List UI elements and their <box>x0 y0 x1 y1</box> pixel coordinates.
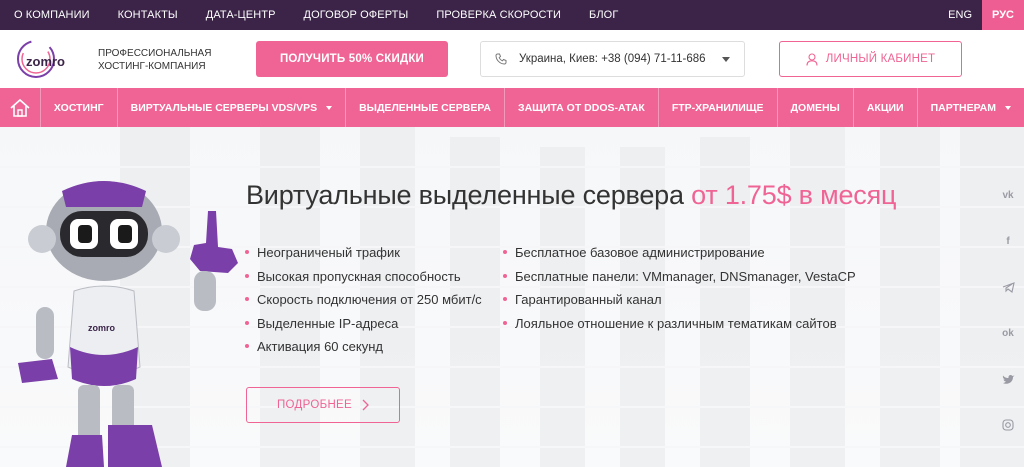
header: zomro ПРОФЕССИОНАЛЬНАЯ ХОСТИНГ-КОМПАНИЯ … <box>0 30 1024 88</box>
hero-title-price: от 1.75$ в месяц <box>691 180 897 210</box>
vk-icon-label: vk <box>1002 189 1014 201</box>
company-tagline: ПРОФЕССИОНАЛЬНАЯ ХОСТИНГ-КОМПАНИЯ <box>98 47 211 73</box>
nav-item-dedicated-label: ВЫДЕЛЕННЫЕ СЕРВЕРА <box>359 101 492 114</box>
lang-rus-button[interactable]: РУС <box>982 0 1024 30</box>
nav-item-ftp[interactable]: FTP-ХРАНИЛИЩЕ <box>659 88 778 127</box>
user-icon <box>806 52 818 66</box>
home-button[interactable] <box>0 88 41 127</box>
top-link-speedtest[interactable]: ПРОВЕРКА СКОРОСТИ <box>436 9 561 21</box>
chevron-down-icon <box>722 57 730 62</box>
ok-icon-label: ok <box>1002 327 1014 339</box>
hero-title-main: Виртуальные выделенные сервера <box>246 180 692 210</box>
vk-icon[interactable]: vk <box>1000 187 1016 203</box>
nav-item-ddos-label: ЗАЩИТА ОТ DDOS-АТАК <box>518 101 645 114</box>
chevron-right-icon <box>362 399 369 411</box>
language-switcher: ENG РУС <box>938 0 1024 30</box>
odnoklassniki-icon[interactable]: ok <box>1000 325 1016 341</box>
instagram-icon[interactable] <box>1000 417 1016 433</box>
main-nav: ХОСТИНГ ВИРТУАЛЬНЫЕ СЕРВЕРЫ VDS/VPS ВЫДЕ… <box>0 88 1024 127</box>
facebook-icon-label: f <box>1006 235 1010 247</box>
nav-item-vps[interactable]: ВИРТУАЛЬНЫЕ СЕРВЕРЫ VDS/VPS <box>118 88 347 127</box>
hero-banner: zomro Виртуальные выделенные сервера от … <box>0 127 1024 467</box>
top-link-offer[interactable]: ДОГОВОР ОФЕРТЫ <box>304 9 409 21</box>
nav-item-partners[interactable]: ПАРТНЕРАМ <box>918 88 1024 127</box>
top-link-about[interactable]: О КОМПАНИИ <box>14 9 90 21</box>
list-item: Гарантированный канал <box>503 288 856 312</box>
list-item: Высокая пропускная способность <box>245 265 482 289</box>
chevron-down-icon <box>326 105 333 110</box>
nav-item-hosting-label: ХОСТИНГ <box>53 101 104 114</box>
robot-badge-text: zomro <box>88 323 116 333</box>
features-list-right: Бесплатное базовое администрирование Бес… <box>503 241 856 335</box>
telegram-icon[interactable] <box>1000 279 1016 295</box>
twitter-icon[interactable] <box>1000 371 1016 387</box>
phone-icon <box>495 53 507 65</box>
list-item: Выделенные IP-адреса <box>245 312 482 336</box>
top-link-contacts[interactable]: КОНТАКТЫ <box>118 9 178 21</box>
robot-mascot-image: zomro <box>18 181 238 467</box>
list-item: Бесплатное базовое администрирование <box>503 241 856 265</box>
top-link-datacenter[interactable]: ДАТА-ЦЕНТР <box>206 9 276 21</box>
list-item: Бесплатные панели: VMmanager, DNSmanager… <box>503 265 856 289</box>
facebook-icon[interactable]: f <box>1000 233 1016 249</box>
tagline-line-2: ХОСТИНГ-КОМПАНИЯ <box>98 61 206 72</box>
nav-item-promo-label: АКЦИИ <box>866 101 904 114</box>
zomro-logo[interactable]: zomro <box>14 36 70 82</box>
social-links: vk f ok <box>1000 187 1016 463</box>
more-details-label: ПОДРОБНЕЕ <box>276 399 352 411</box>
nav-item-domains-label: ДОМЕНЫ <box>790 101 840 114</box>
top-link-blog[interactable]: БЛОГ <box>589 9 618 21</box>
phone-selector[interactable]: Украина, Киев: +38 (094) 71-11-686 <box>480 41 745 77</box>
nav-item-partners-label: ПАРТНЕРАМ <box>930 101 996 114</box>
chevron-down-icon <box>1005 105 1011 110</box>
nav-item-dedicated[interactable]: ВЫДЕЛЕННЫЕ СЕРВЕРА <box>346 88 506 127</box>
get-discount-button[interactable]: ПОЛУЧИТЬ 50% СКИДКИ <box>256 41 448 77</box>
nav-item-domains[interactable]: ДОМЕНЫ <box>778 88 854 127</box>
more-details-button[interactable]: ПОДРОБНЕЕ <box>246 387 400 423</box>
list-item: Неограниченый трафик <box>245 241 482 265</box>
phone-number: Украина, Киев: +38 (094) 71-11-686 <box>519 53 706 65</box>
personal-cabinet-button[interactable]: ЛИЧНЫЙ КАБИНЕТ <box>779 41 962 77</box>
cabinet-label: ЛИЧНЫЙ КАБИНЕТ <box>825 53 936 65</box>
hero-title: Виртуальные выделенные сервера от 1.75$ … <box>246 180 896 211</box>
nav-item-ftp-label: FTP-ХРАНИЛИЩЕ <box>671 101 764 114</box>
top-links: О КОМПАНИИ КОНТАКТЫ ДАТА-ЦЕНТР ДОГОВОР О… <box>14 0 646 30</box>
home-icon <box>10 98 30 117</box>
nav-item-vps-label: ВИРТУАЛЬНЫЕ СЕРВЕРЫ VDS/VPS <box>130 101 318 114</box>
nav-item-promo[interactable]: АКЦИИ <box>854 88 918 127</box>
list-item: Лояльное отношение к различным тематикам… <box>503 312 856 336</box>
list-item: Скорость подключения от 250 мбит/с <box>245 288 482 312</box>
nav-item-ddos[interactable]: ЗАЩИТА ОТ DDOS-АТАК <box>505 88 659 127</box>
tagline-line-1: ПРОФЕССИОНАЛЬНАЯ <box>98 48 212 59</box>
nav-item-hosting[interactable]: ХОСТИНГ <box>41 88 118 127</box>
logo-text: zomro <box>26 54 65 69</box>
top-bar: О КОМПАНИИ КОНТАКТЫ ДАТА-ЦЕНТР ДОГОВОР О… <box>0 0 1024 30</box>
list-item: Активация 60 секунд <box>245 335 482 359</box>
lang-eng-button[interactable]: ENG <box>938 0 982 30</box>
features-list-left: Неограниченый трафик Высокая пропускная … <box>245 241 482 359</box>
